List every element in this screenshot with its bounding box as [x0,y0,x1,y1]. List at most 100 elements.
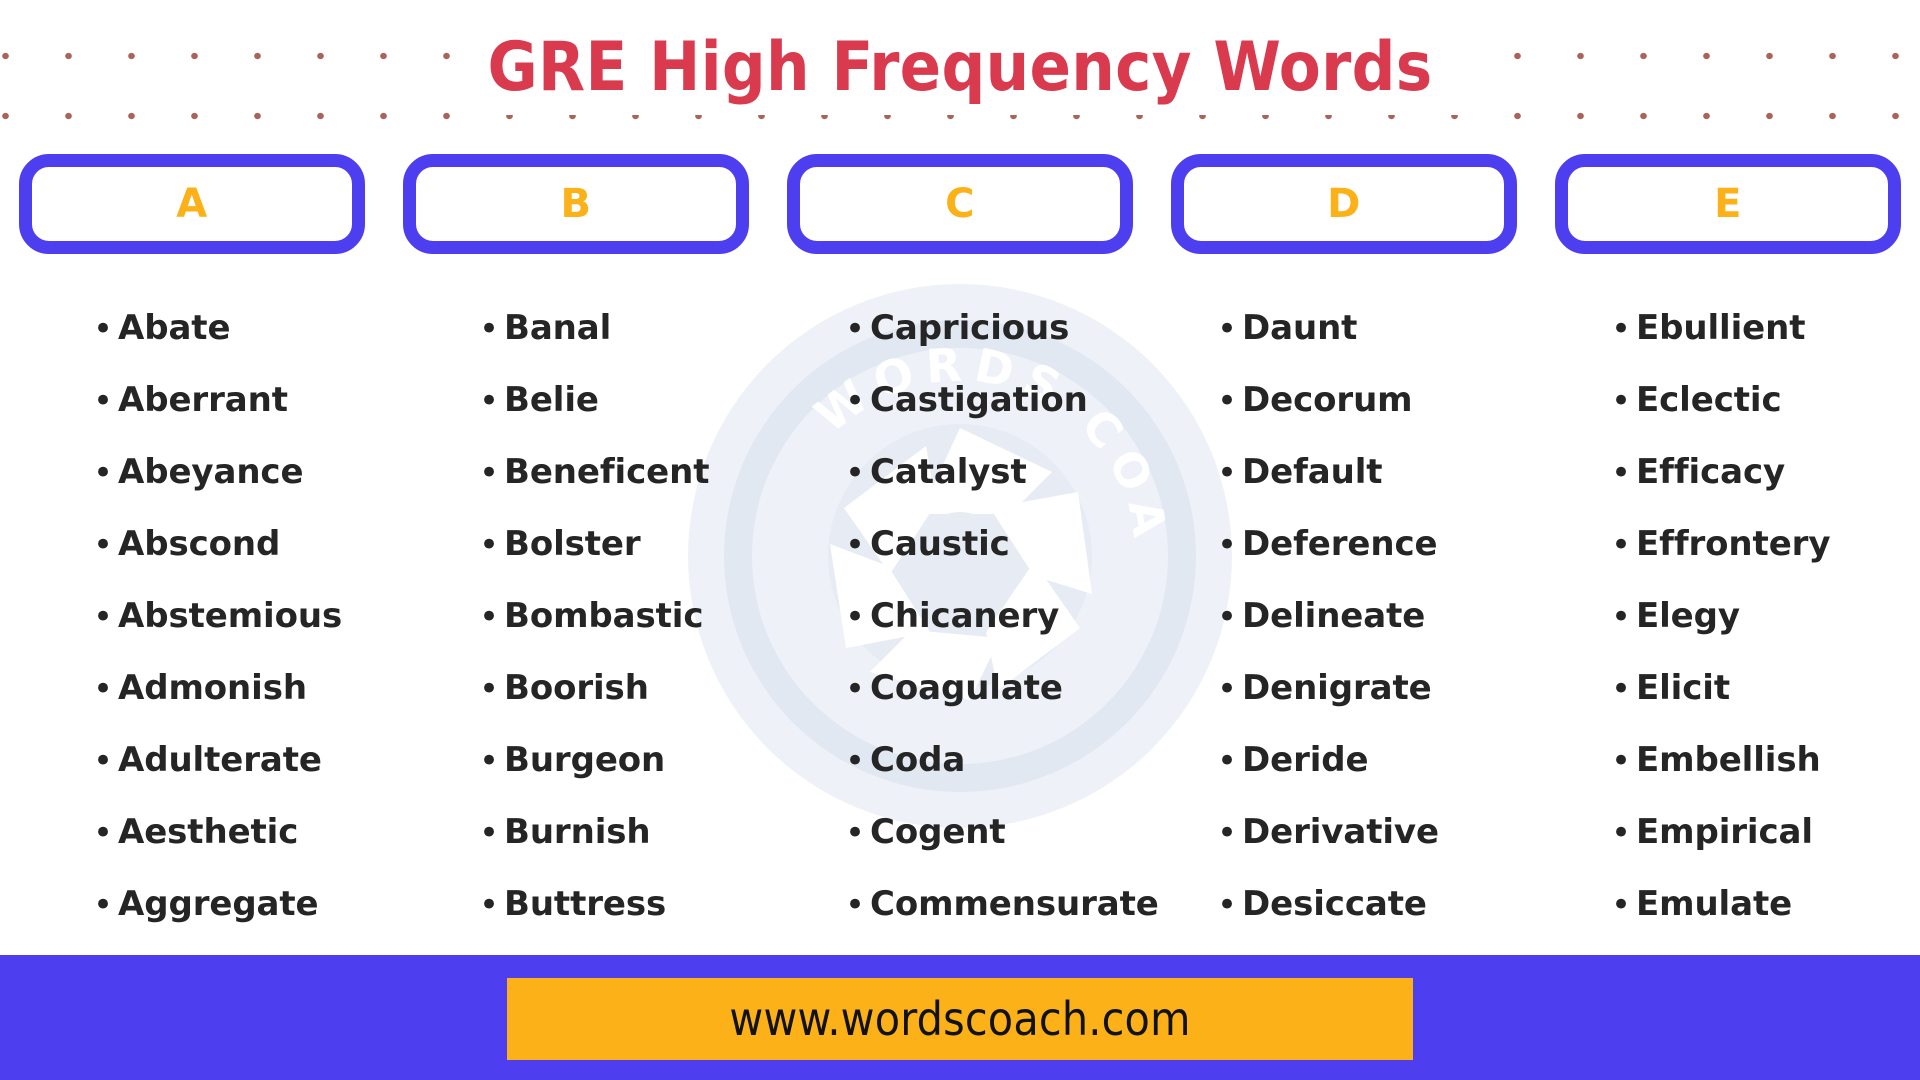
bullet-icon [474,672,504,706]
list-item: Denigrate [1212,652,1536,724]
word-label: Abstemious [118,596,343,636]
word-label: Coagulate [870,668,1063,708]
word-label: Banal [504,308,612,348]
list-item: Chicanery [840,580,1152,652]
list-item: Castigation [840,364,1152,436]
word-label: Beneficent [504,452,710,492]
badge-slot-b: B [384,152,768,256]
bullet-icon [840,384,870,418]
list-item: Bombastic [474,580,768,652]
word-label: Adulterate [118,740,322,780]
bullet-icon [840,888,870,922]
word-label: Elicit [1636,668,1730,708]
word-label: Belie [504,380,599,420]
bullet-icon [88,312,118,346]
word-label: Delineate [1242,596,1426,636]
bullet-icon [88,816,118,850]
list-item: Cogent [840,796,1152,868]
bullet-icon [1606,312,1636,346]
bullet-icon [1212,456,1242,490]
bullet-icon [840,528,870,562]
list-item: Derivative [1212,796,1536,868]
word-label: Aggregate [118,884,319,924]
list-item: Coda [840,724,1152,796]
word-label: Chicanery [870,596,1060,636]
word-label: Capricious [870,308,1070,348]
list-item: Empirical [1606,796,1920,868]
word-label: Caustic [870,524,1010,564]
word-label: Embellish [1636,740,1821,780]
word-label: Ebullient [1636,308,1806,348]
word-label: Deference [1242,524,1438,564]
word-label: Abate [118,308,231,348]
word-label: Bolster [504,524,641,564]
word-label: Derivative [1242,812,1439,852]
list-item: Burgeon [474,724,768,796]
list-item: Catalyst [840,436,1152,508]
bullet-icon [474,312,504,346]
list-item: Embellish [1606,724,1920,796]
list-item: Adulterate [88,724,384,796]
list-item: Ebullient [1606,292,1920,364]
letter-badge-b[interactable]: B [403,154,749,254]
letter-badge-c[interactable]: C [787,154,1133,254]
bullet-icon [840,744,870,778]
list-item: Aberrant [88,364,384,436]
list-item: Aggregate [88,868,384,940]
word-label: Burnish [504,812,651,852]
word-label: Daunt [1242,308,1358,348]
word-list-b: Banal Belie Beneficent Bolster Bombastic… [384,256,768,940]
letter-badge-a[interactable]: A [19,154,365,254]
list-item: Desiccate [1212,868,1536,940]
word-label: Catalyst [870,452,1027,492]
list-item: Aesthetic [88,796,384,868]
letter-badge-d[interactable]: D [1171,154,1517,254]
bullet-icon [88,744,118,778]
word-label: Coda [870,740,966,780]
site-url-box[interactable]: www.wordscoach.com [507,977,1413,1060]
list-item: Buttress [474,868,768,940]
list-item: Abstemious [88,580,384,652]
page-title: GRE High Frequency Words [461,27,1459,115]
word-label: Castigation [870,380,1088,420]
list-item: Abeyance [88,436,384,508]
bullet-icon [1606,744,1636,778]
letter-badge-e[interactable]: E [1555,154,1901,254]
list-item: Default [1212,436,1536,508]
list-item: Capricious [840,292,1152,364]
word-label: Eclectic [1636,380,1782,420]
badge-slot-c: C [768,152,1152,256]
bullet-icon [840,312,870,346]
word-label: Burgeon [504,740,666,780]
bullet-icon [88,600,118,634]
badge-slot-d: D [1152,152,1536,256]
badge-slot-e: E [1536,152,1920,256]
letter-column-b: B Banal Belie Beneficent Bolster Bombast… [384,152,768,942]
bullet-icon [1606,600,1636,634]
word-list-d: Daunt Decorum Default Deference Delineat… [1152,256,1536,940]
bullet-icon [1606,816,1636,850]
word-label: Abeyance [118,452,304,492]
bullet-icon [1212,744,1242,778]
bullet-icon [88,384,118,418]
list-item: Coagulate [840,652,1152,724]
word-label: Elegy [1636,596,1740,636]
letter-badge-e-label: E [1714,181,1742,227]
word-label: Abscond [118,524,281,564]
list-item: Admonish [88,652,384,724]
word-label: Buttress [504,884,667,924]
word-label: Admonish [118,668,307,708]
list-item: Boorish [474,652,768,724]
word-label: Emulate [1636,884,1793,924]
bullet-icon [474,888,504,922]
bullet-icon [1606,384,1636,418]
list-item: Deride [1212,724,1536,796]
list-item: Burnish [474,796,768,868]
list-item: Belie [474,364,768,436]
word-list-c: Capricious Castigation Catalyst Caustic … [768,256,1159,940]
list-item: Bolster [474,508,768,580]
bullet-icon [88,672,118,706]
bullet-icon [88,888,118,922]
list-item: Delineate [1212,580,1536,652]
word-label: Denigrate [1242,668,1432,708]
